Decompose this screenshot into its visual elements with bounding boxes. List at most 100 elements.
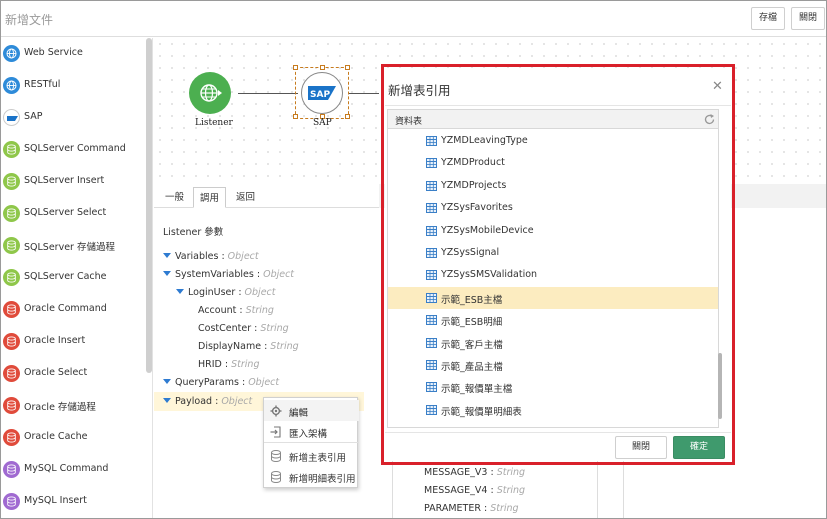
dialog-title: 新增表引用 (388, 83, 451, 98)
database-icon (3, 493, 20, 510)
tree-node[interactable]: LoginUser : Object (176, 287, 276, 298)
table-list-item[interactable]: 示範_ESB明細 (388, 309, 718, 331)
sidebar-item-label: Oracle 存儲過程 (24, 402, 96, 413)
table-list: 資料表 YZMDLeavingType YZMDProduct YZMDProjec… (387, 109, 719, 428)
listener-node[interactable] (189, 72, 231, 114)
globe-icon (3, 45, 20, 62)
table-list-item[interactable]: 示範_ESB主檔 (388, 286, 718, 309)
table-list-item[interactable]: YZSysMobileDevice (388, 220, 718, 242)
menu-item-label: 匯入架構 (289, 429, 328, 440)
sidebar-item[interactable]: SQLServer Cache (1, 262, 146, 294)
sidebar-item[interactable]: SQLServer Insert (1, 166, 146, 198)
connector-line (349, 93, 379, 94)
menu-item-add-master-ref[interactable]: 新增主表引用 (264, 445, 359, 466)
sap-node[interactable]: SAP (301, 72, 343, 114)
tree-node[interactable]: HRID : String (198, 359, 259, 370)
database-icon (3, 301, 20, 318)
sidebar-item[interactable]: MySQL Insert (1, 486, 146, 518)
close-icon[interactable]: ✕ (712, 79, 723, 94)
caret-down-icon[interactable] (163, 271, 171, 276)
menu-item-edit[interactable]: 編輯 (264, 400, 359, 421)
sidebar-item-label: SQLServer Command (24, 143, 126, 154)
table-list-item[interactable]: YZSysSMSValidation (388, 264, 718, 286)
tree-node[interactable]: Account : String (198, 305, 274, 316)
resize-handle[interactable] (293, 114, 298, 119)
sidebar-item[interactable]: Oracle 存儲過程 (1, 390, 146, 422)
table-list-item[interactable]: YZMDProjects (388, 175, 718, 197)
tree-node-separator: : (221, 359, 232, 370)
confirm-button[interactable]: 確定 (673, 436, 725, 459)
schema-row[interactable]: PARAMETER : String (424, 503, 519, 514)
table-list-item[interactable]: YZMDProduct (388, 152, 718, 174)
database-icon (3, 141, 20, 158)
menu-item-label: 新增主表引用 (289, 453, 347, 464)
sidebar-item[interactable]: Oracle Cache (1, 422, 146, 454)
table-list-item[interactable]: 示範_客戶主檔 (388, 332, 718, 354)
refresh-icon[interactable] (704, 114, 715, 125)
schema-row-name: MESSAGE_V4 (424, 485, 488, 496)
sidebar-item[interactable]: SQLServer 存儲過程 (1, 230, 146, 262)
resize-handle[interactable] (345, 114, 350, 119)
schema-row[interactable]: MESSAGE_V4 : String (424, 485, 525, 496)
resize-handle[interactable] (293, 65, 298, 70)
menu-item-add-detail-ref[interactable]: 新增明細表引用 (264, 466, 359, 487)
schema-row[interactable]: MESSAGE_V3 : String (424, 467, 525, 478)
svg-text:SAP: SAP (310, 90, 330, 100)
sidebar-item[interactable]: Web Service (1, 38, 146, 70)
schema-row-type: String (496, 485, 526, 496)
table-list-item-label: YZSysFavorites (441, 202, 513, 214)
close-button[interactable]: 關閉 (791, 7, 826, 30)
table-list-item-label: YZMDLeavingType (441, 135, 528, 146)
tree-node[interactable]: DisplayName : String (198, 341, 299, 352)
caret-down-icon[interactable] (163, 398, 171, 403)
sidebar-item[interactable]: Oracle Command (1, 294, 146, 326)
table-list-item[interactable]: YZSysSignal (388, 242, 718, 264)
save-button[interactable]: 存檔 (751, 7, 786, 30)
tab-general[interactable]: 一般 (159, 187, 190, 208)
sidebar-item[interactable]: SQLServer Command (1, 134, 146, 166)
resize-handle[interactable] (345, 65, 350, 70)
sidebar-item[interactable]: SAP (1, 102, 146, 134)
tree-node-separator: : (238, 377, 249, 388)
caret-down-icon[interactable] (163, 379, 171, 384)
table-list-item-label: 示範_客戶主檔 (441, 339, 503, 351)
menu-item-import-schema[interactable]: 匯入架構 (264, 421, 359, 442)
table-list-body[interactable]: YZMDLeavingType YZMDProduct YZMDProjects YZ… (388, 130, 718, 427)
menu-item-label: 編輯 (289, 408, 309, 419)
tab-return[interactable]: 返回 (230, 187, 261, 208)
database-icon (3, 397, 20, 414)
tree-node[interactable]: SystemVariables : Object (163, 269, 294, 280)
tree-node[interactable]: CostCenter : String (198, 323, 289, 334)
caret-down-icon[interactable] (176, 289, 184, 294)
sap-logo-icon: SAP (308, 86, 336, 100)
sidebar-item[interactable]: MySQL Command (1, 454, 146, 486)
table-list-item[interactable]: 示範_報價單主檔 (388, 376, 718, 398)
sidebar-item[interactable]: RESTful (1, 70, 146, 102)
table-list-item[interactable]: 示範_產品主檔 (388, 354, 718, 376)
tree-node[interactable]: Payload : Object (163, 396, 252, 407)
sidebar-item[interactable]: Oracle Insert (1, 326, 146, 358)
sap-icon (3, 109, 20, 126)
tree-node[interactable]: Variables : Object (163, 251, 259, 262)
tree-node-separator: : (236, 305, 246, 316)
list-scrollbar[interactable] (718, 353, 722, 419)
table-list-item[interactable]: YZSysFavorites (388, 197, 718, 219)
table-list-item[interactable]: 示範_報價單明細表 (388, 399, 718, 421)
sidebar-item-label: SQLServer Insert (24, 175, 105, 186)
table-list-item-label: YZMDProjects (441, 179, 507, 191)
sidebar-item-label: SQLServer Select (24, 207, 107, 218)
tree-node[interactable]: QueryParams : Object (163, 377, 279, 388)
tab-invoke[interactable]: 調用 (193, 187, 227, 208)
sidebar-item[interactable]: Oracle Select (1, 358, 146, 390)
table-icon (426, 315, 437, 326)
sidebar-item[interactable]: SQLServer Select (1, 198, 146, 230)
table-list-item-label: 示範_報價單主檔 (441, 384, 513, 396)
dialog-close-button[interactable]: 關閉 (615, 436, 667, 459)
sidebar-scrollbar[interactable] (146, 38, 152, 373)
panel-divider (623, 456, 624, 518)
caret-down-icon[interactable] (163, 253, 171, 258)
table-list-item[interactable]: YZMDLeavingType (388, 130, 718, 152)
database-icon (3, 461, 20, 478)
resize-handle[interactable] (320, 65, 325, 70)
tree-node-separator: : (218, 251, 228, 262)
